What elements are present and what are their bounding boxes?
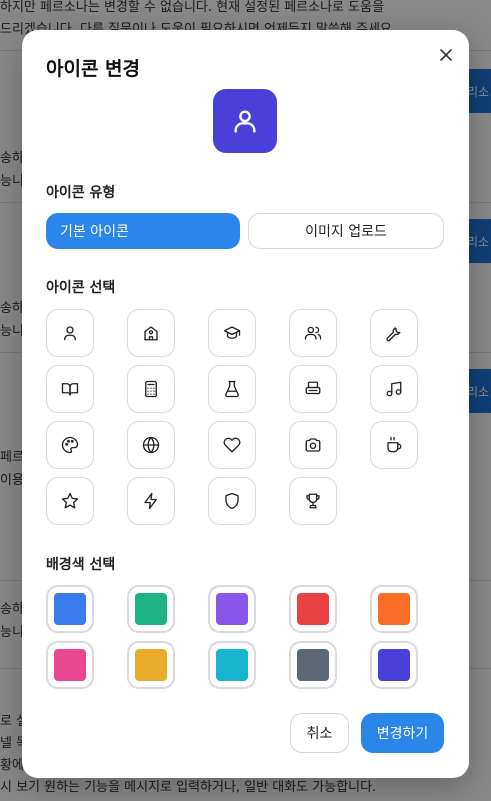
color-swatch [54,593,86,625]
coffee-icon [387,436,402,453]
color-swatch [297,649,329,681]
color-option-indigo[interactable] [370,641,418,689]
icon-option-coffee[interactable] [370,421,418,469]
close-button[interactable] [435,44,457,66]
confirm-change-button[interactable]: 변경하기 [361,713,444,753]
icon-option-graduation[interactable] [208,309,256,357]
user-icon [234,110,256,133]
dialog-title: 아이콘 변경 [46,58,141,80]
icon-option-zap[interactable] [127,477,175,525]
camera-icon [305,438,321,452]
star-icon [61,492,79,509]
icon-option-globe[interactable] [127,421,175,469]
icon-option-users[interactable] [289,309,337,357]
icon-change-dialog: 아이콘 변경 아이콘 유형 기본 아이콘 이미지 업로드 아이콘 선택 배경색 … [22,30,469,778]
color-option-pink[interactable] [46,641,94,689]
color-option-blue[interactable] [46,585,94,633]
icon-option-wrench[interactable] [370,309,418,357]
icon-option-book[interactable] [46,365,94,413]
icon-option-music[interactable] [370,365,418,413]
color-option-cyan[interactable] [208,641,256,689]
zap-icon [144,492,157,510]
icon-option-school[interactable] [127,309,175,357]
icon-option-printer[interactable] [289,365,337,413]
color-swatch [216,593,248,625]
color-swatch [54,649,86,681]
heart-icon [223,437,241,453]
image-upload-tab[interactable]: 이미지 업로드 [248,213,444,249]
color-swatch [378,649,410,681]
book-open-icon [61,383,79,396]
graduation-cap-icon [223,326,241,339]
icon-option-star[interactable] [46,477,94,525]
globe-icon [142,436,160,454]
color-swatch [135,649,167,681]
default-icon-tab[interactable]: 기본 아이콘 [46,213,240,249]
icon-option-heart[interactable] [208,421,256,469]
music-icon [386,381,402,397]
flask-icon [225,380,239,398]
icon-preview [213,89,277,153]
printer-icon [305,381,321,395]
color-option-red[interactable] [289,585,337,633]
bg-color-label: 배경색 선택 [46,557,116,573]
icon-option-camera[interactable] [289,421,337,469]
icon-select-label: 아이콘 선택 [46,280,116,296]
shield-icon [225,492,239,510]
users-icon [304,326,322,340]
icon-type-label: 아이콘 유형 [46,185,116,201]
wrench-icon [386,327,401,342]
calculator-icon [145,380,157,398]
icon-option-calculator[interactable] [127,365,175,413]
color-swatch [216,649,248,681]
color-swatch [378,593,410,625]
user-icon [64,326,76,341]
icon-option-flask[interactable] [208,365,256,413]
palette-icon [61,436,79,454]
close-icon [440,49,452,61]
color-option-gray[interactable] [289,641,337,689]
trophy-icon [306,493,320,509]
icon-option-palette[interactable] [46,421,94,469]
icon-option-user[interactable] [46,309,94,357]
color-option-orange[interactable] [370,585,418,633]
color-option-green[interactable] [127,585,175,633]
color-swatch [297,593,329,625]
school-icon [144,326,158,341]
color-swatch [135,593,167,625]
color-option-purple[interactable] [208,585,256,633]
icon-option-trophy[interactable] [289,477,337,525]
icon-option-shield[interactable] [208,477,256,525]
color-option-yellow[interactable] [127,641,175,689]
cancel-button[interactable]: 취소 [290,713,349,753]
